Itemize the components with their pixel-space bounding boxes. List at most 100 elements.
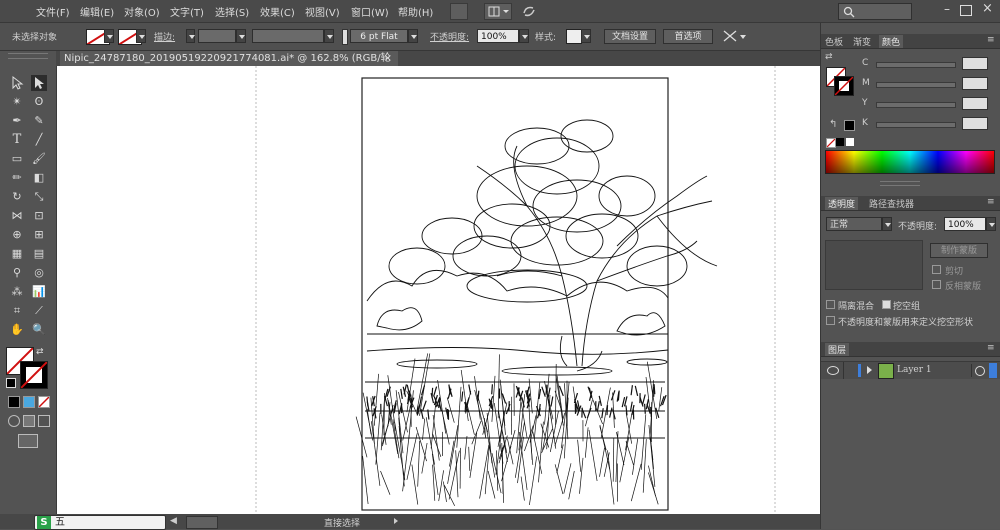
stroke-weight-input[interactable] (198, 29, 236, 43)
channel-m-slider[interactable] (876, 82, 956, 88)
transparency-panel-menu-icon[interactable]: ≡ (987, 197, 995, 207)
color-mode-icon[interactable] (8, 396, 20, 408)
pencil-icon[interactable]: ✏ (9, 170, 25, 186)
menu-edit[interactable]: 编辑(E) (80, 4, 114, 19)
rotate-tool-icon[interactable]: ↻ (9, 189, 25, 205)
blend-mode-arrow[interactable] (882, 217, 892, 231)
gradient-tool-icon[interactable]: ▤ (31, 246, 47, 262)
panel-opacity-input[interactable]: 100% (944, 217, 986, 231)
artboard-navigation[interactable] (186, 516, 218, 529)
knockout-group-checkbox[interactable] (882, 300, 891, 309)
tab-layers[interactable]: 图层 (825, 343, 850, 356)
tab-color[interactable]: 颜色 (879, 35, 904, 48)
perspective-grid-icon[interactable]: ⊞ (31, 227, 47, 243)
menu-effect[interactable]: 效果(C) (260, 4, 295, 19)
opacity-input[interactable]: 100% (477, 29, 519, 43)
none-mode-icon[interactable] (38, 396, 50, 408)
panel-grip[interactable] (880, 181, 920, 186)
free-transform-icon[interactable]: ⊡ (31, 208, 47, 224)
layer-expand-icon[interactable] (867, 366, 872, 374)
minimize-icon[interactable]: – (944, 3, 956, 15)
stroke-weight-stepper[interactable] (186, 29, 195, 43)
channel-m-value[interactable] (962, 77, 988, 90)
pen-tool-icon[interactable]: ✒ (9, 113, 25, 129)
selection-tool-icon[interactable] (9, 75, 25, 91)
variable-width-profile[interactable] (252, 29, 324, 43)
isolate-blending-checkbox[interactable] (826, 300, 835, 309)
eyedropper-icon[interactable]: ⚲ (9, 265, 25, 281)
stroke-weight-dropdown[interactable] (236, 29, 246, 43)
layer-target-icon[interactable] (975, 366, 985, 376)
make-mask-button[interactable]: 制作蒙版 (930, 243, 988, 258)
wubi-mode-icon[interactable]: 五 (55, 516, 65, 529)
tab-swatches[interactable]: 色板 (825, 35, 843, 48)
draw-behind-icon[interactable] (23, 415, 35, 427)
stroke-label[interactable]: 描边: (154, 30, 175, 43)
rectangle-tool-icon[interactable]: ▭ (9, 151, 25, 167)
channel-y-value[interactable] (962, 97, 988, 110)
canvas[interactable] (57, 66, 820, 518)
fill-dropdown[interactable] (104, 29, 114, 43)
white-quick-swatch[interactable] (846, 138, 854, 146)
color-spectrum[interactable] (825, 150, 995, 174)
invert-mask-checkbox[interactable] (932, 280, 941, 289)
search-input[interactable] (838, 3, 912, 20)
screen-mode-icon[interactable] (18, 434, 38, 448)
symbol-sprayer-icon[interactable]: ⁂ (9, 284, 25, 300)
black-quick-swatch[interactable] (836, 138, 844, 146)
lasso-icon[interactable]: ʘ (31, 94, 47, 110)
color-panel-menu-icon[interactable]: ≡ (987, 35, 995, 45)
style-dropdown[interactable] (581, 29, 591, 43)
direct-selection-tool-icon[interactable] (31, 75, 47, 91)
zoom-tool-icon[interactable]: 🔍 (31, 322, 47, 338)
menu-object[interactable]: 对象(O) (124, 4, 160, 19)
preferences-button[interactable]: 首选项 (663, 29, 713, 44)
hand-tool-icon[interactable]: ✋ (9, 322, 25, 338)
status-menu-icon[interactable] (394, 518, 398, 524)
document-tab[interactable]: Nipic_24787180_20190519220921774081.ai* … (60, 51, 398, 79)
tools-grip[interactable] (8, 53, 48, 59)
menu-window[interactable]: 窗口(W) (351, 4, 389, 19)
menu-type[interactable]: 文字(T) (170, 4, 204, 19)
tab-pathfinder[interactable]: 路径查找器 (869, 197, 914, 210)
graph-tool-icon[interactable]: 📊 (31, 284, 47, 300)
draw-normal-icon[interactable] (8, 415, 20, 427)
layer-name[interactable]: Layer 1 (897, 365, 932, 375)
control-bar-menu-icon[interactable] (740, 35, 746, 39)
color-panel-stroke-box[interactable] (834, 76, 854, 96)
mask-thumbnail[interactable] (825, 240, 923, 290)
document-tab-close-icon[interactable]: × (384, 51, 392, 66)
layer-visibility-icon[interactable] (827, 366, 839, 375)
swap-fill-stroke-icon[interactable]: ⇄ (36, 347, 46, 357)
arrange-documents-icon[interactable] (484, 3, 512, 20)
bridge-icon[interactable] (450, 3, 468, 20)
out-of-gamut-icon[interactable]: ↰ (829, 120, 839, 130)
input-method-toolbar[interactable]: S 五 (34, 515, 166, 530)
channel-k-value[interactable] (962, 117, 988, 130)
paintbrush-icon[interactable]: 🖌 (31, 151, 47, 167)
draw-inside-icon[interactable] (38, 415, 50, 427)
maximize-icon[interactable] (960, 5, 972, 16)
type-tool-icon[interactable]: T (9, 132, 25, 148)
tab-gradient[interactable]: 渐变 (853, 35, 871, 48)
line-tool-icon[interactable]: ╱ (31, 132, 47, 148)
brush-dropdown[interactable] (408, 29, 418, 43)
gradient-mode-icon[interactable] (23, 396, 35, 408)
slice-tool-icon[interactable]: ⟋ (31, 303, 47, 319)
mesh-tool-icon[interactable]: ▦ (9, 246, 25, 262)
eraser-icon[interactable]: ◧ (31, 170, 47, 186)
black-swatch[interactable] (844, 120, 855, 131)
tab-transparency[interactable]: 透明度 (825, 197, 859, 210)
stroke-color-box[interactable] (20, 361, 48, 389)
opacity-label[interactable]: 不透明度: (430, 30, 469, 43)
channel-c-slider[interactable] (876, 62, 956, 68)
scale-tool-icon[interactable]: ⤡ (31, 189, 47, 205)
layer-row[interactable]: Layer 1 (821, 361, 1000, 380)
sync-icon[interactable] (522, 4, 536, 18)
stroke-dropdown[interactable] (136, 29, 146, 43)
menu-view[interactable]: 视图(V) (305, 4, 340, 19)
menu-select[interactable]: 选择(S) (215, 4, 249, 19)
magic-wand-icon[interactable]: ✴ (9, 94, 25, 110)
channel-c-value[interactable] (962, 57, 988, 70)
blend-mode-dropdown[interactable]: 正常 (826, 217, 882, 231)
